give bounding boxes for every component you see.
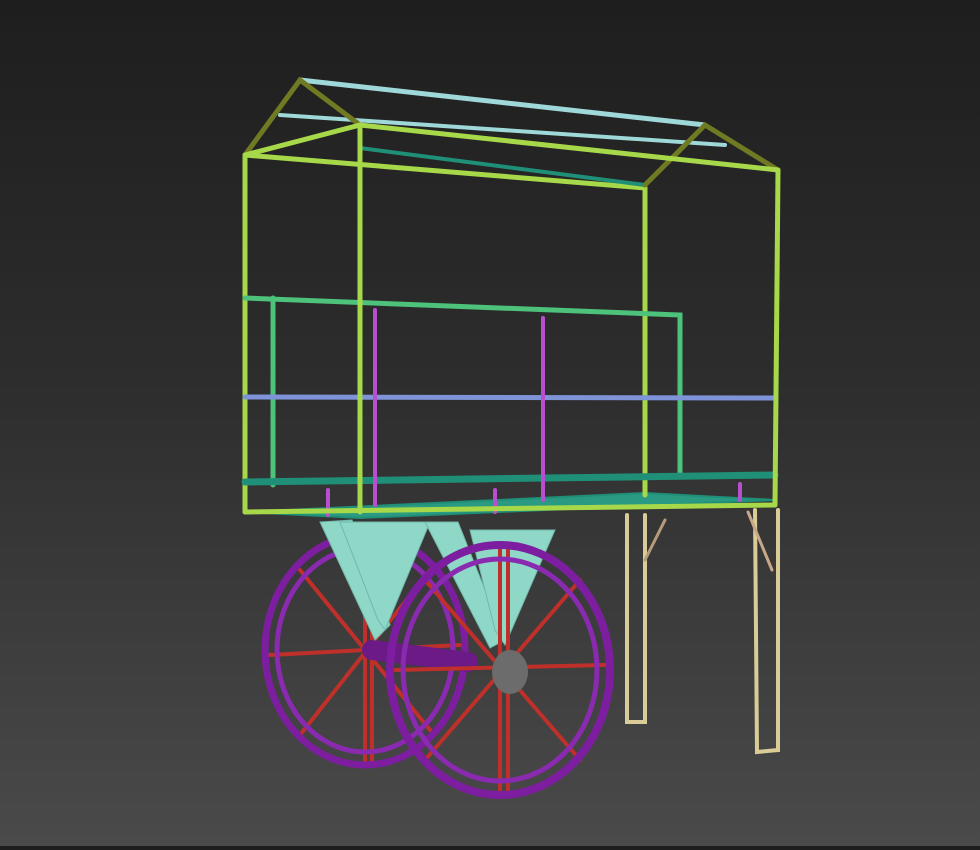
- legs: [625, 508, 780, 755]
- cart-model: [241, 76, 781, 799]
- frame-back: [242, 152, 648, 515]
- 3d-viewport[interactable]: [0, 0, 980, 846]
- rails: [241, 295, 779, 488]
- front-wheel: [386, 541, 614, 799]
- frame-front: [242, 122, 781, 515]
